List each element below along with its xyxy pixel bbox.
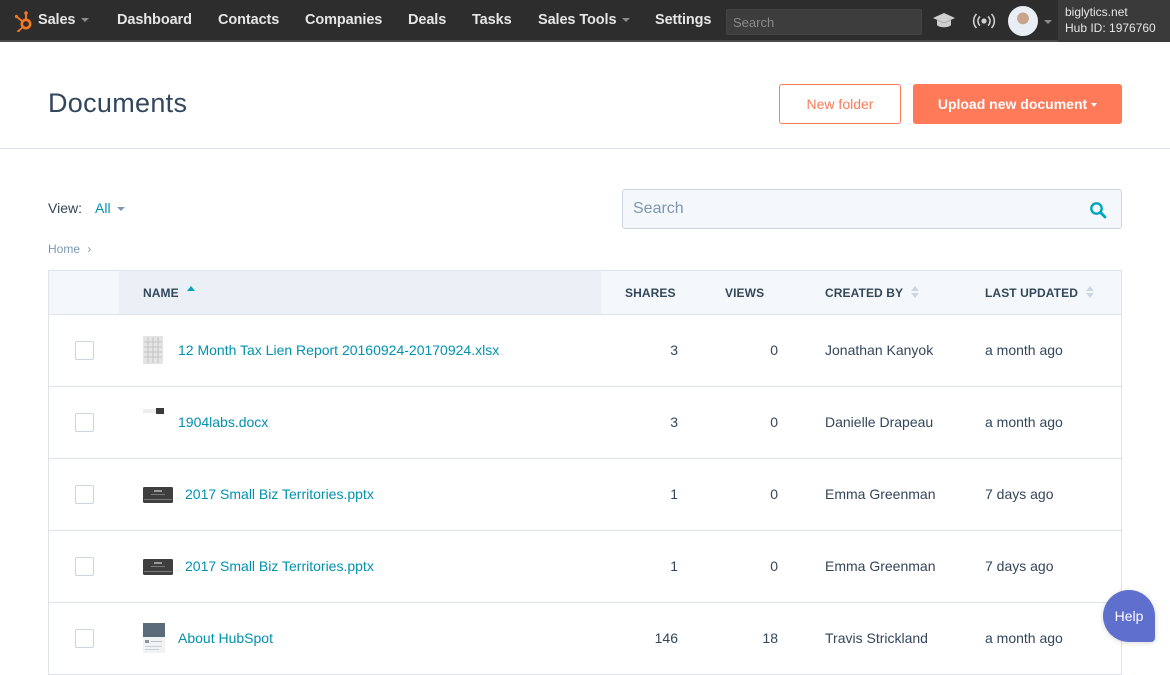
column-header-created-by[interactable]: CREATED BY [825,271,920,314]
sort-ascending-icon [187,285,196,298]
nav-sales-label: Sales [38,12,76,28]
last-updated: 7 days ago [985,558,1054,574]
column-header-name[interactable]: NAME [119,271,601,314]
academy-icon[interactable] [932,12,956,30]
views-count: 0 [770,342,778,358]
chevron-down-icon [1091,103,1098,108]
shares-count: 146 [654,630,678,646]
column-header-created-by-label: CREATED BY [825,286,903,300]
chevron-down-icon [622,18,631,23]
document-link[interactable]: 12 Month Tax Lien Report 20160924-201709… [178,342,499,358]
last-updated: a month ago [985,630,1063,646]
column-header-last-updated-label: LAST UPDATED [985,286,1078,300]
notifications-broadcast-icon[interactable] [972,12,996,30]
created-by: Danielle Drapeau [825,414,934,430]
row-checkbox[interactable] [75,485,94,504]
nav-companies[interactable]: Companies [305,12,382,28]
new-folder-button[interactable]: New folder [779,84,901,124]
shares-count: 1 [670,558,678,574]
view-filter-dropdown[interactable]: All [95,200,125,216]
nav-sales-tools-label: Sales Tools [538,12,617,28]
created-by: Emma Greenman [825,558,936,574]
views-count: 0 [770,486,778,502]
table-row[interactable]: 12 Month Tax Lien Report 20160924-201709… [49,315,1121,387]
row-checkbox[interactable] [75,629,94,648]
view-label: View: [48,200,82,216]
search-icon[interactable] [1089,201,1107,219]
created-by: Jonathan Kanyok [825,342,934,358]
chevron-down-icon [116,207,125,212]
nav-sales-tools-menu[interactable]: Sales Tools [538,12,631,28]
shares-count: 3 [670,342,678,358]
shares-count: 1 [670,486,678,502]
documents-table: NAME SHARES VIEWS CREATED BY LAST UPDATE… [48,270,1122,675]
sort-icon [911,285,920,298]
column-header-last-updated[interactable]: LAST UPDATED [985,271,1095,314]
table-row[interactable]: 2017 Small Biz Territories.pptx 1 0 Emma… [49,459,1121,531]
column-header-shares: SHARES [625,286,676,300]
views-count: 0 [770,414,778,430]
spreadsheet-thumbnail-icon [143,336,163,364]
shares-count: 3 [670,414,678,430]
page-title: Documents [48,88,188,118]
hubspot-logo-icon[interactable] [14,10,34,32]
last-updated: a month ago [985,342,1063,358]
account-domain: biglytics.net [1065,5,1128,19]
presentation-thumbnail-icon [143,487,173,503]
chevron-right-icon: › [87,242,92,256]
hub-id: Hub ID: 1976760 [1065,21,1156,35]
row-checkbox[interactable] [75,413,94,432]
view-filter-value: All [95,200,111,216]
document-search-input[interactable] [623,190,1121,228]
nav-dashboard[interactable]: Dashboard [117,12,192,28]
document-search [622,189,1122,229]
upload-document-button[interactable]: Upload new document [913,84,1122,124]
nav-tasks[interactable]: Tasks [472,12,512,28]
account-info[interactable]: biglytics.net Hub ID: 1976760 [1058,0,1170,42]
user-avatar[interactable] [1008,6,1038,36]
table-row[interactable]: About HubSpot 146 18 Travis Strickland a… [49,603,1121,675]
created-by: Emma Greenman [825,486,936,502]
sort-icon [1086,285,1095,298]
last-updated: a month ago [985,414,1063,430]
document-link[interactable]: 2017 Small Biz Territories.pptx [185,558,374,574]
views-count: 18 [762,630,778,646]
upload-document-label: Upload new document [937,96,1088,112]
page-thumbnail-icon [143,623,165,653]
presentation-thumbnail-icon [143,559,173,575]
breadcrumb: Home › [48,242,91,256]
nav-contacts[interactable]: Contacts [218,12,279,28]
chevron-down-icon[interactable] [1044,20,1052,24]
chevron-down-icon [81,18,90,23]
help-button[interactable]: Help [1103,590,1155,642]
last-updated: 7 days ago [985,486,1054,502]
row-checkbox[interactable] [75,341,94,360]
table-row[interactable]: 2017 Small Biz Territories.pptx 1 0 Emma… [49,531,1121,603]
views-count: 0 [770,558,778,574]
column-header-name-label: NAME [143,286,179,300]
nav-settings[interactable]: Settings [655,12,712,28]
table-header: NAME SHARES VIEWS CREATED BY LAST UPDATE… [49,271,1121,315]
row-checkbox[interactable] [75,557,94,576]
document-link[interactable]: 1904labs.docx [178,414,268,430]
top-navigation: Sales Dashboard Contacts Companies Deals… [0,0,1170,42]
nav-sales-menu[interactable]: Sales [38,12,90,28]
page-header: Documents New folder Upload new document [0,44,1170,149]
breadcrumb-home[interactable]: Home [48,242,80,256]
global-search-input[interactable]: Search [726,9,922,35]
document-thumbnail-icon [143,408,164,414]
created-by: Travis Strickland [825,630,928,646]
document-link[interactable]: 2017 Small Biz Territories.pptx [185,486,374,502]
nav-deals[interactable]: Deals [408,12,446,28]
column-header-views: VIEWS [725,286,765,300]
table-row[interactable]: 1904labs.docx 3 0 Danielle Drapeau a mon… [49,387,1121,459]
document-link[interactable]: About HubSpot [178,630,273,646]
